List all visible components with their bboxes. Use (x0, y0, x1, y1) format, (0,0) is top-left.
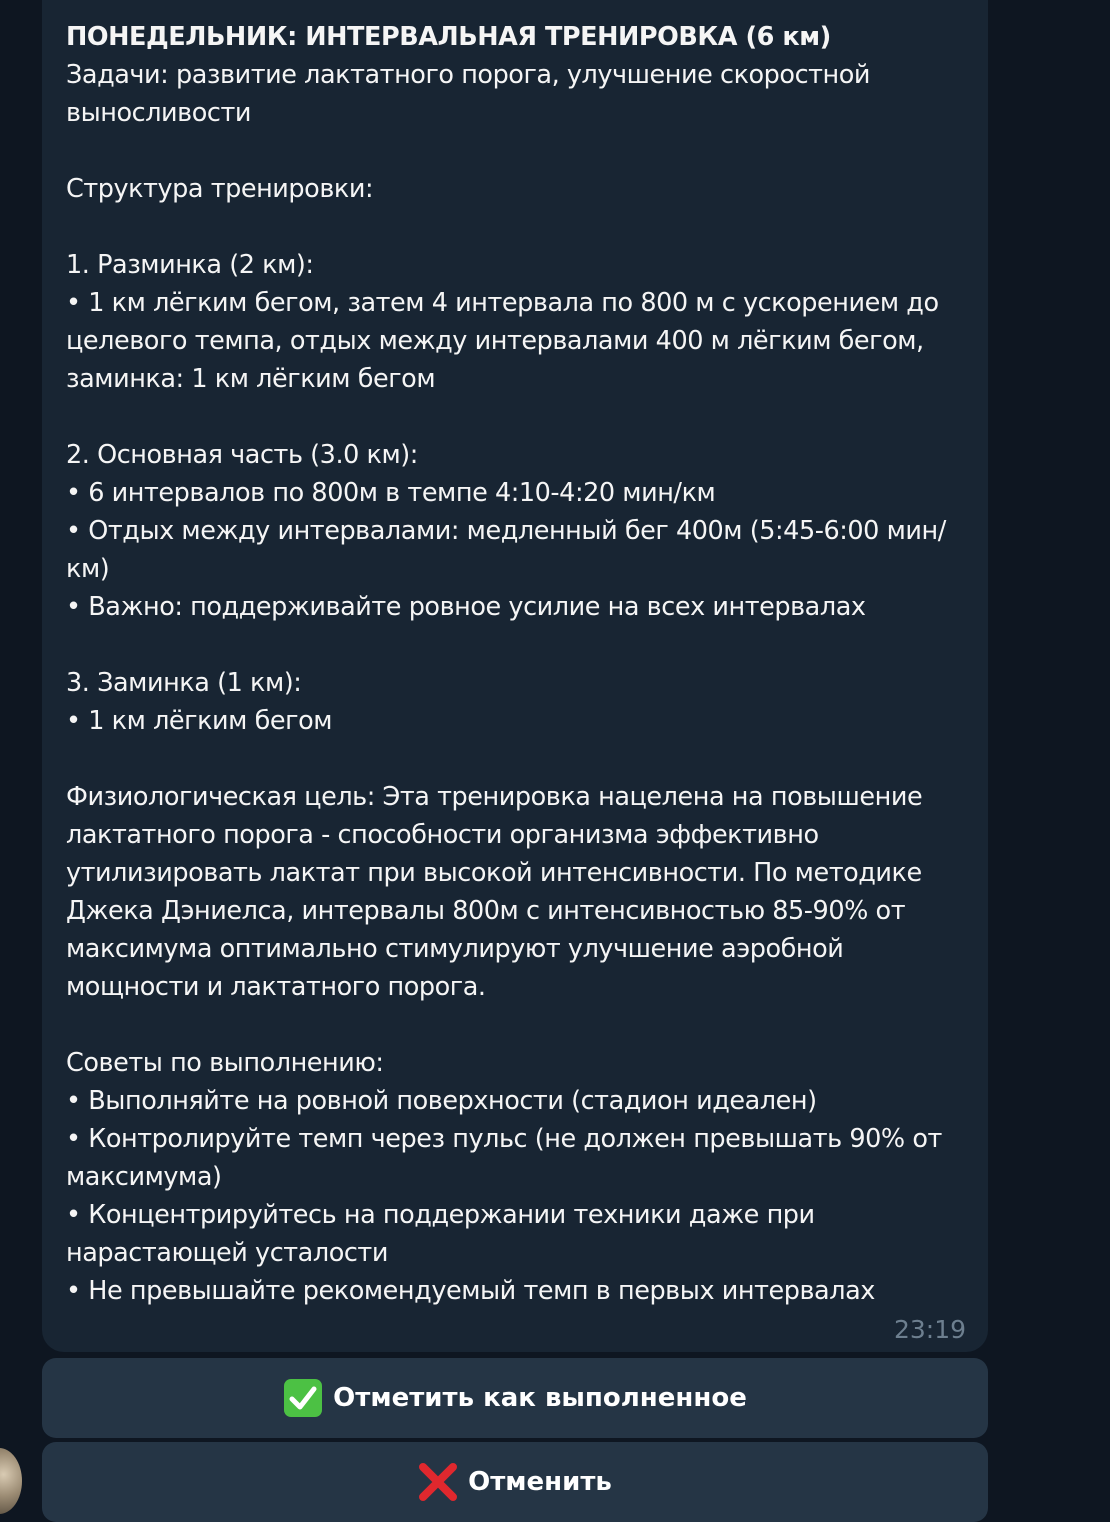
message-body: Задачи: развитие лактатного порога, улуч… (66, 60, 946, 1306)
cancel-label: Отменить (468, 1467, 612, 1497)
message-time: 23:19 (893, 1315, 966, 1344)
cross-mark-icon (418, 1462, 458, 1502)
cancel-button[interactable]: Отменить (42, 1442, 988, 1522)
mark-done-button[interactable]: Отметить как выполненное (42, 1358, 988, 1438)
check-mark-button-icon (283, 1378, 323, 1418)
mark-done-label: Отметить как выполненное (333, 1383, 747, 1413)
avatar[interactable] (0, 1448, 22, 1514)
message-title: ПОНЕДЕЛЬНИК: ИНТЕРВАЛЬНАЯ ТРЕНИРОВКА (6 … (66, 22, 831, 52)
message-bubble: ПОНЕДЕЛЬНИК: ИНТЕРВАЛЬНАЯ ТРЕНИРОВКА (6 … (42, 0, 988, 1352)
